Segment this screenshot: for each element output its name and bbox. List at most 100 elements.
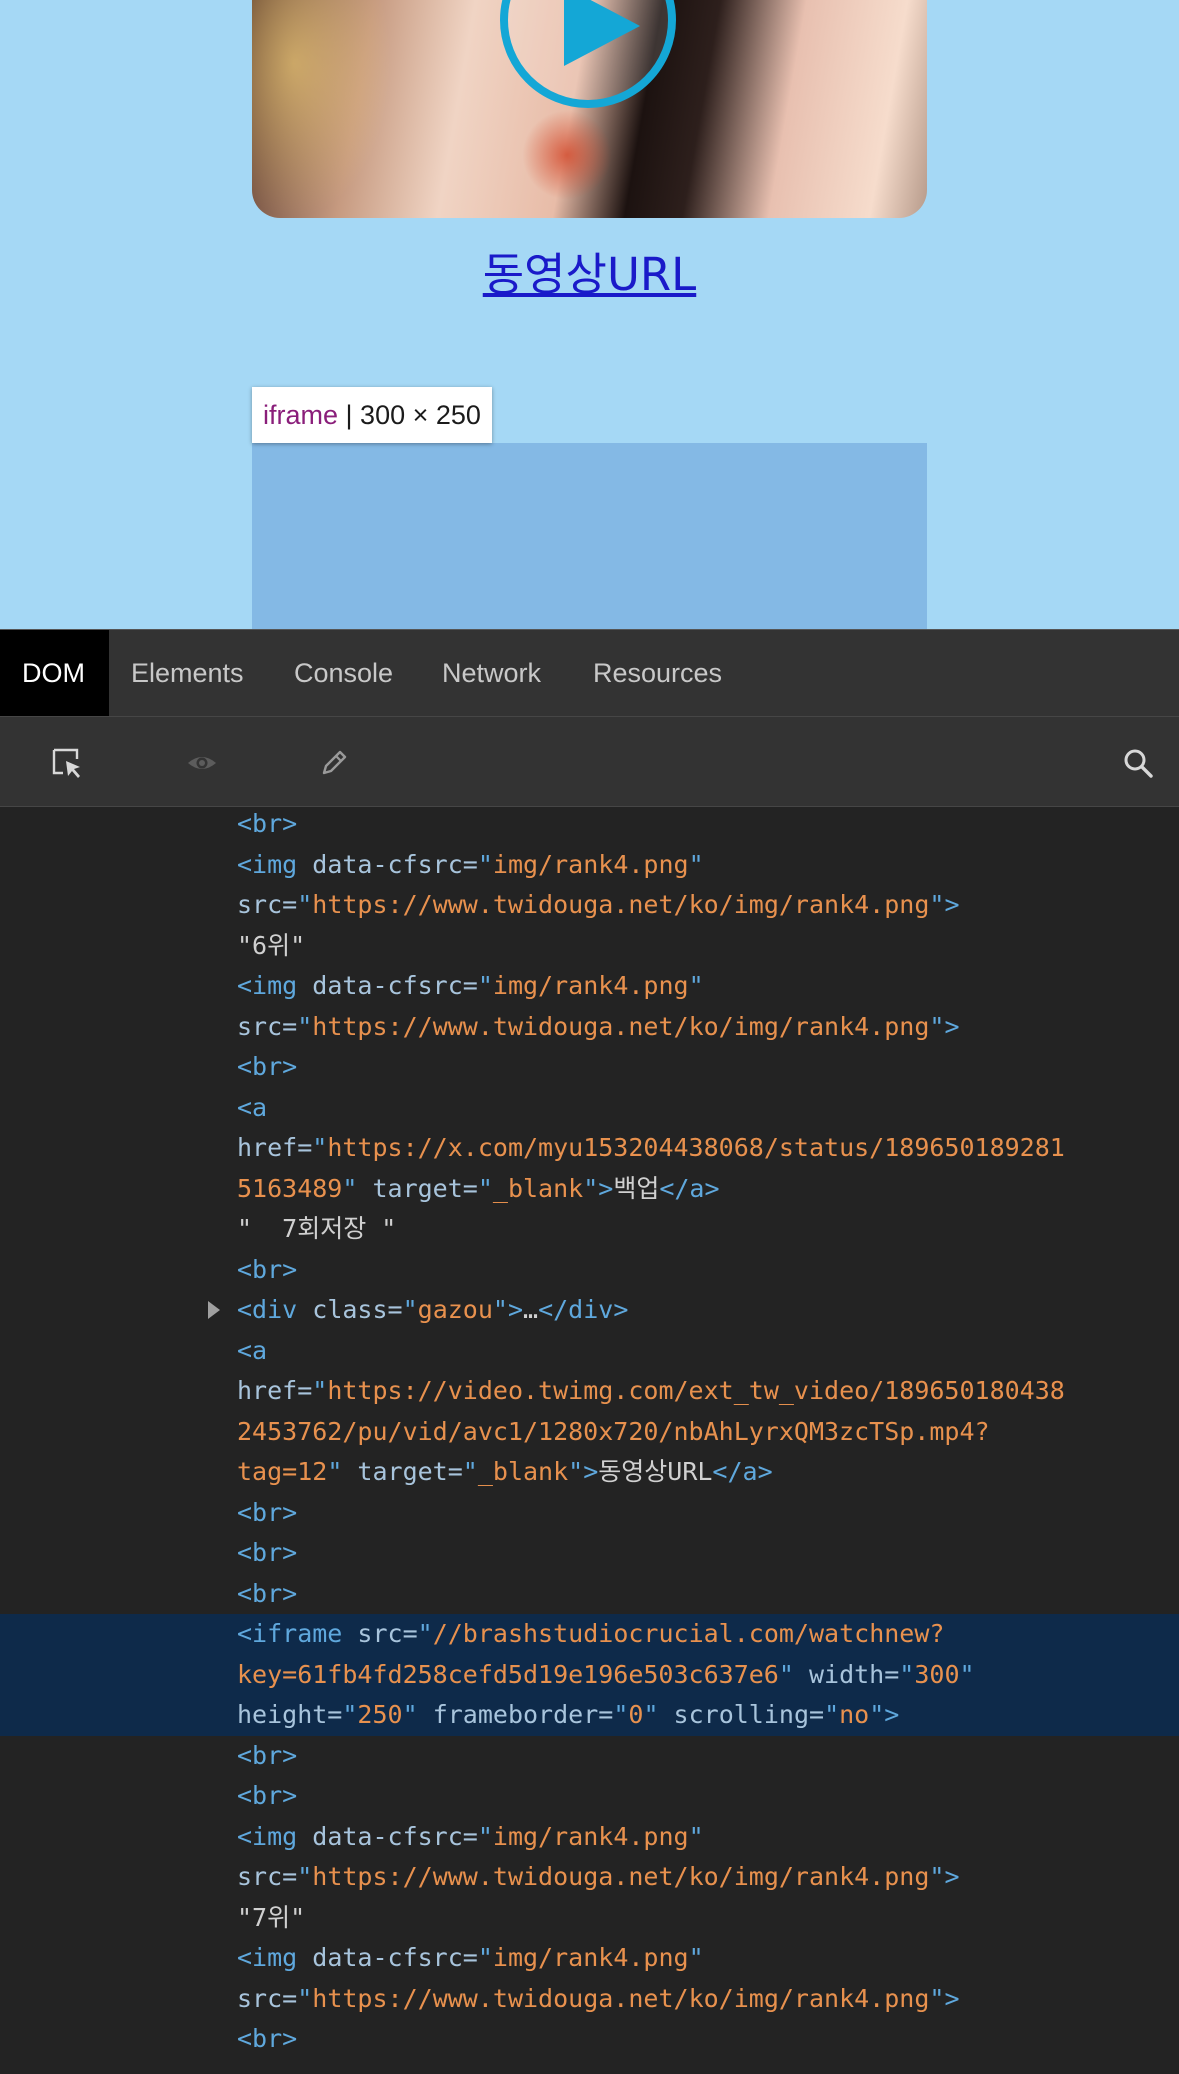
code-token: https://www.twidouga.net/ko/img/rank4.pn…: [312, 1862, 929, 1891]
code-token: 250: [357, 1700, 402, 1729]
code-token: </a>: [712, 1457, 772, 1486]
code-token: ": [643, 1700, 673, 1729]
dom-tree-line[interactable]: <img data-cfsrc="img/rank4.png": [237, 1817, 704, 1858]
webpage-viewport: 동영상URL iframe | 300 × 250: [0, 0, 1179, 629]
dom-tree-line[interactable]: "6위": [237, 926, 305, 967]
code-token: https://www.twidouga.net/ko/img/rank4.pn…: [312, 890, 929, 919]
code-token: width=: [809, 1660, 899, 1689]
eye-icon[interactable]: [186, 747, 218, 779]
devtools-toolbar: [0, 717, 1179, 807]
dom-tree-line[interactable]: href="https://x.com/myu153204438068/stat…: [237, 1128, 1065, 1169]
tab-dom[interactable]: DOM: [0, 630, 109, 716]
code-token: <img: [237, 1822, 312, 1851]
code-token: 동영상URL: [598, 1457, 712, 1486]
dom-tree-line[interactable]: <br>: [237, 1574, 297, 1615]
code-token: 백업: [613, 1174, 659, 1203]
dom-tree-line[interactable]: <div class="gazou">…</div>: [237, 1290, 628, 1331]
search-icon[interactable]: [1122, 747, 1154, 779]
code-token: ": [478, 1822, 493, 1851]
dom-tree-line[interactable]: href="https://video.twimg.com/ext_tw_vid…: [237, 1371, 1065, 1412]
dom-tree-line[interactable]: <br>: [237, 1533, 297, 1574]
dom-tree-line[interactable]: <a: [237, 1331, 267, 1372]
dom-tree-line[interactable]: src="https://www.twidouga.net/ko/img/ran…: [237, 1857, 960, 1898]
code-token: ": [689, 971, 704, 1000]
code-token: data-cfsrc=: [312, 971, 478, 1000]
code-token: https://www.twidouga.net/ko/img/rank4.pn…: [312, 1984, 929, 2013]
dom-tree-line[interactable]: <img data-cfsrc="img/rank4.png": [237, 1938, 704, 1979]
code-token: ": [463, 1457, 478, 1486]
dom-tree-line[interactable]: tag=12" target="_blank">동영상URL</a>: [237, 1452, 773, 1493]
code-token: gazou: [418, 1295, 493, 1324]
code-token: ": [403, 1295, 418, 1324]
dom-tree-line[interactable]: 5163489" target="_blank">백업</a>: [237, 1169, 720, 1210]
dom-tree-line[interactable]: <br>: [237, 1047, 297, 1088]
dom-tree-line[interactable]: <br>: [237, 807, 297, 845]
code-token: <img: [237, 850, 312, 879]
code-token: _blank: [493, 1174, 583, 1203]
video-url-link[interactable]: 동영상URL: [0, 238, 1179, 303]
video-thumbnail[interactable]: [252, 0, 927, 218]
code-token: <br>: [237, 1255, 297, 1284]
code-token: <br>: [237, 1579, 297, 1608]
dom-tree-line[interactable]: <iframe src="//brashstudiocrucial.com/wa…: [237, 1614, 944, 1655]
tooltip-tag-name: iframe: [263, 400, 338, 430]
code-token: data-cfsrc=: [312, 850, 478, 879]
dom-tree-line[interactable]: " 7회저장 ": [237, 1209, 396, 1250]
code-token: href=: [237, 1133, 312, 1162]
dom-tree-line[interactable]: <a: [237, 1088, 267, 1129]
dom-tree-line[interactable]: <br>: [237, 1736, 297, 1777]
pencil-icon[interactable]: [318, 747, 350, 779]
code-token: ": [478, 1174, 493, 1203]
code-token: ": [478, 1943, 493, 1972]
select-element-icon[interactable]: [51, 747, 83, 779]
code-token: height=: [237, 1700, 342, 1729]
tab-console[interactable]: Console: [272, 630, 415, 716]
code-token: <div: [237, 1295, 312, 1324]
code-token: "6위": [237, 931, 305, 960]
dom-tree[interactable]: <br><img data-cfsrc="img/rank4.png"src="…: [0, 807, 1179, 2074]
code-token: 0: [628, 1700, 643, 1729]
dom-tree-line[interactable]: 2453762/pu/vid/avc1/1280x720/nbAhLyrxQM3…: [237, 1412, 990, 1453]
code-token: class=: [312, 1295, 402, 1324]
code-token: //brashstudiocrucial.com/watchnew?: [433, 1619, 945, 1648]
code-token: 2453762/pu/vid/avc1/1280x720/nbAhLyrxQM3…: [237, 1417, 990, 1446]
code-token: ": [689, 1822, 704, 1851]
dom-tree-line[interactable]: <img data-cfsrc="img/rank4.png": [237, 845, 704, 886]
tab-resources[interactable]: Resources: [571, 630, 744, 716]
code-token: ">: [493, 1295, 523, 1324]
tab-elements[interactable]: Elements: [109, 630, 266, 716]
code-token: <img: [237, 971, 312, 1000]
code-token: …: [523, 1295, 538, 1324]
code-token: tag=12: [237, 1457, 327, 1486]
code-token: ">: [929, 1984, 959, 2013]
devtools-panel: DOM Elements Console Network Resources <…: [0, 629, 1179, 2074]
code-token: ": [960, 1660, 975, 1689]
code-token: img/rank4.png: [493, 1943, 689, 1972]
code-token: img/rank4.png: [493, 1822, 689, 1851]
code-token: ">: [929, 890, 959, 919]
tab-network[interactable]: Network: [420, 630, 563, 716]
expand-triangle-icon[interactable]: [207, 1300, 221, 1320]
dom-tree-line[interactable]: "7위": [237, 1898, 305, 1939]
code-token: https://video.twimg.com/ext_tw_video/189…: [327, 1376, 1065, 1405]
code-token: key=61fb4fd258cefd5d19e196e503c637e6: [237, 1660, 779, 1689]
dom-tree-line[interactable]: <img data-cfsrc="img/rank4.png": [237, 966, 704, 1007]
dom-tree-line[interactable]: src="https://www.twidouga.net/ko/img/ran…: [237, 1979, 960, 2020]
dom-tree-line[interactable]: src="https://www.twidouga.net/ko/img/ran…: [237, 885, 960, 926]
code-token: <br>: [237, 1538, 297, 1567]
dom-tree-line[interactable]: key=61fb4fd258cefd5d19e196e503c637e6 " wi…: [237, 1655, 975, 1696]
code-token: <br>: [237, 1741, 297, 1770]
dom-tree-line[interactable]: src="https://www.twidouga.net/ko/img/ran…: [237, 1007, 960, 1048]
code-token: </a>: [659, 1174, 719, 1203]
play-icon[interactable]: [500, 0, 676, 108]
dom-tree-line[interactable]: <br>: [237, 1250, 297, 1291]
code-token: src=: [237, 890, 297, 919]
dom-tree-line[interactable]: height="250" frameborder="0" scrolling="…: [237, 1695, 899, 1736]
code-token: ">: [869, 1700, 899, 1729]
code-token: ": [297, 890, 312, 919]
dom-tree-line[interactable]: <br>: [237, 1776, 297, 1817]
dom-tree-line[interactable]: <br>: [237, 1493, 297, 1534]
dom-tree-line[interactable]: <br>: [237, 2019, 297, 2060]
dom-tree-line[interactable]: <a: [237, 2060, 267, 2074]
code-token: ">: [929, 1862, 959, 1891]
